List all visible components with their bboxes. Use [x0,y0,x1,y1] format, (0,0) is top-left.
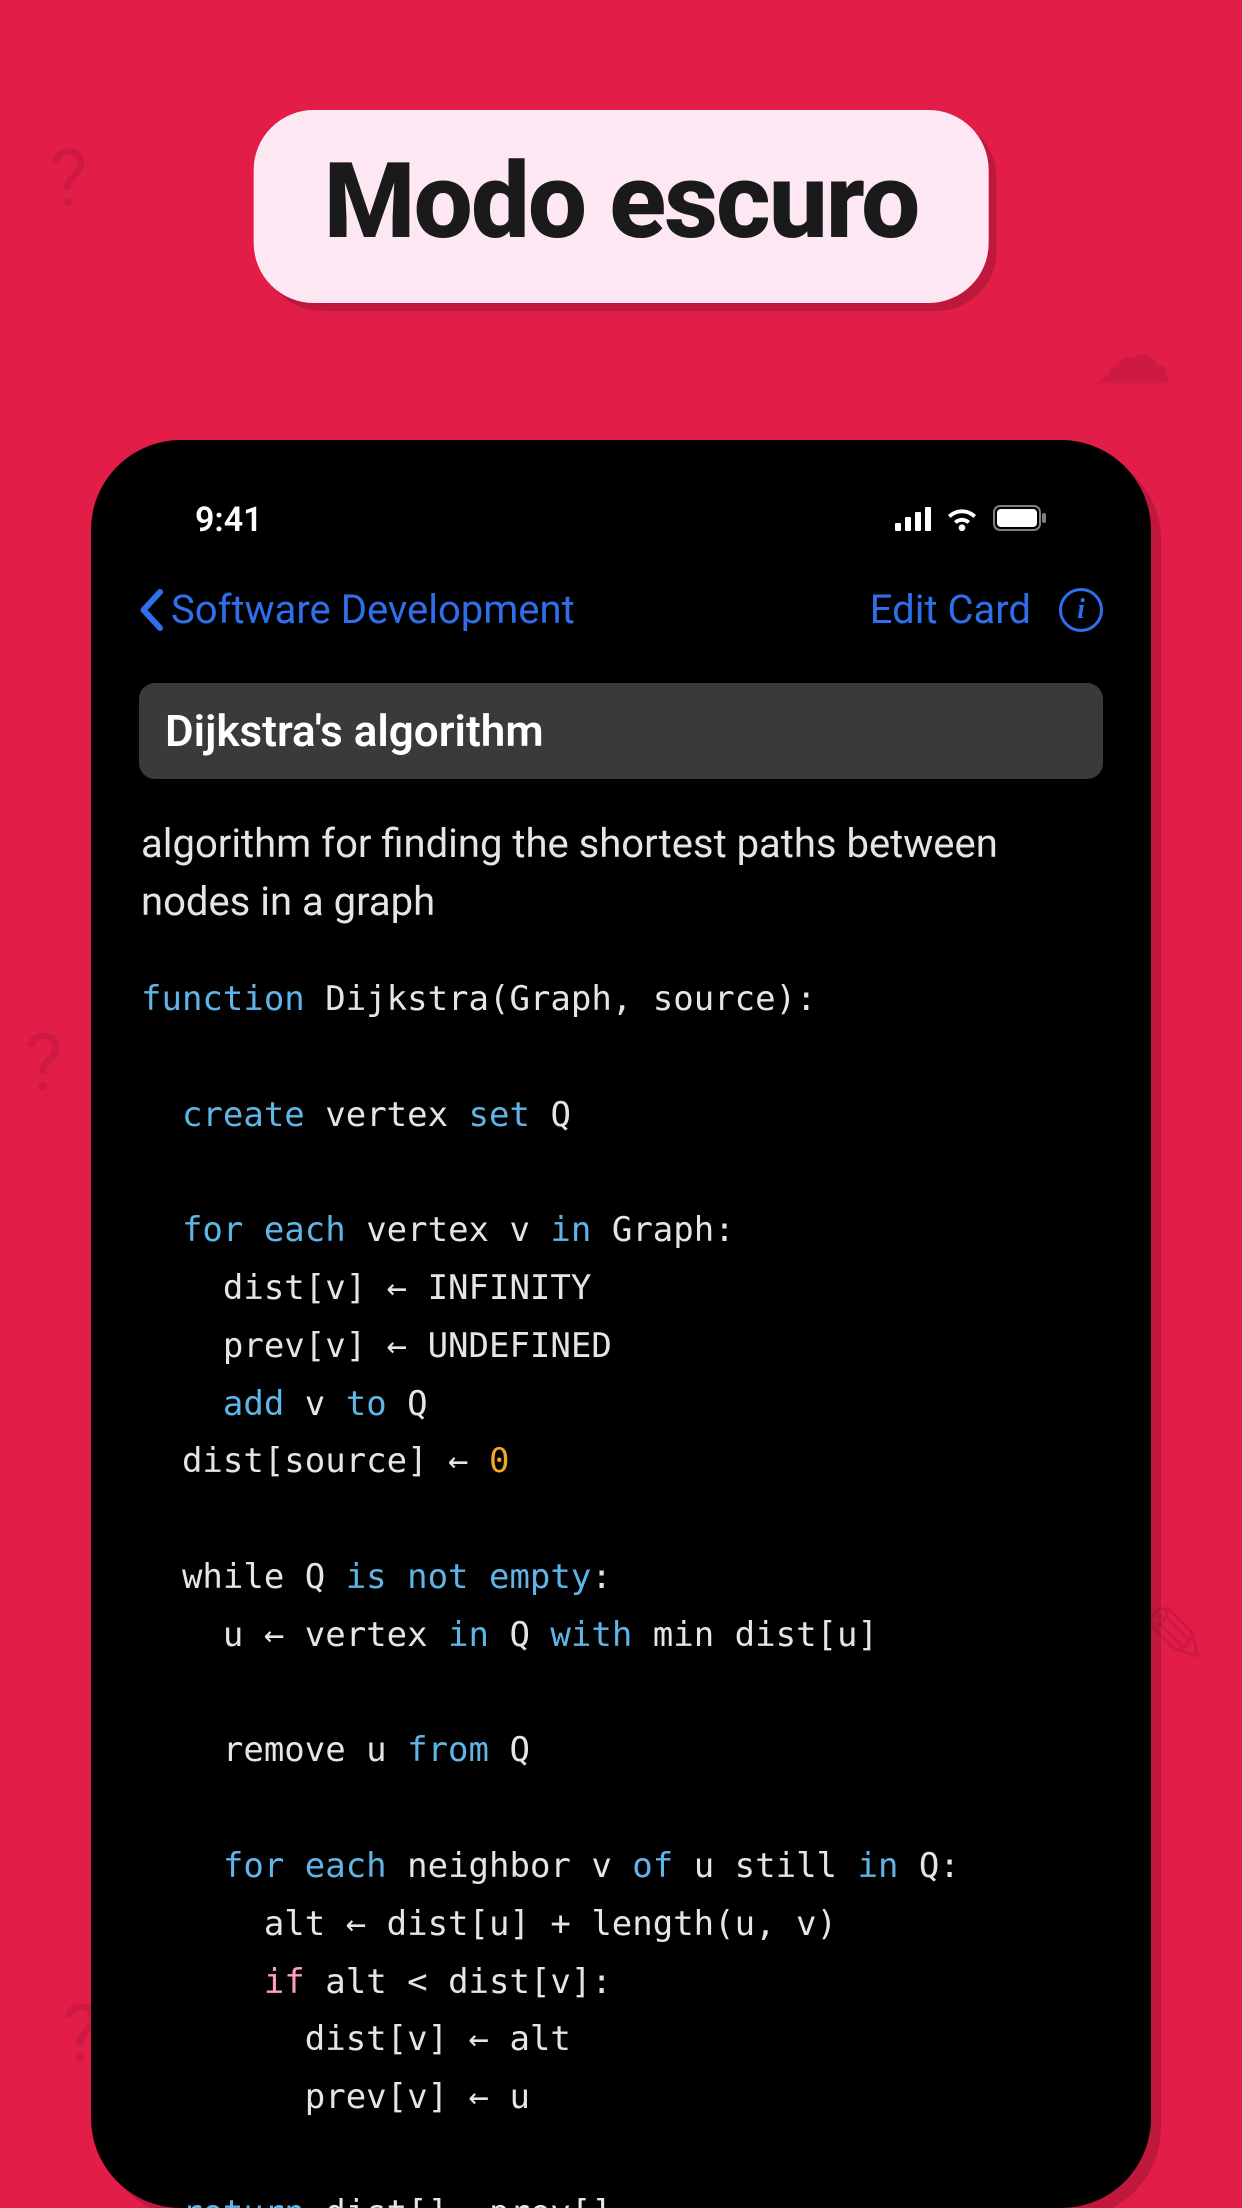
chevron-left-icon [139,589,163,631]
phone-frame: 9:41 Software Development Edit Card i Di… [91,440,1151,2208]
wifi-icon [945,500,979,540]
battery-icon [993,500,1047,540]
back-button[interactable]: Software Development [139,586,575,633]
card-description: algorithm for finding the shortest paths… [135,815,1107,931]
info-icon[interactable]: i [1059,588,1103,632]
card-title-text: Dijkstra's algorithm [165,705,544,757]
headline-text: Modo escuro [324,140,919,263]
edit-card-button[interactable]: Edit Card [870,586,1031,633]
headline-pill: Modo escuro [254,110,989,303]
status-time: 9:41 [195,500,263,540]
back-label: Software Development [171,586,575,633]
card-title-bar[interactable]: Dijkstra's algorithm [139,683,1103,779]
cellular-icon [895,500,931,540]
code-block: function Dijkstra(Graph, source): create… [135,971,1107,2208]
nav-bar: Software Development Edit Card i [135,586,1107,633]
status-bar: 9:41 [135,490,1107,550]
